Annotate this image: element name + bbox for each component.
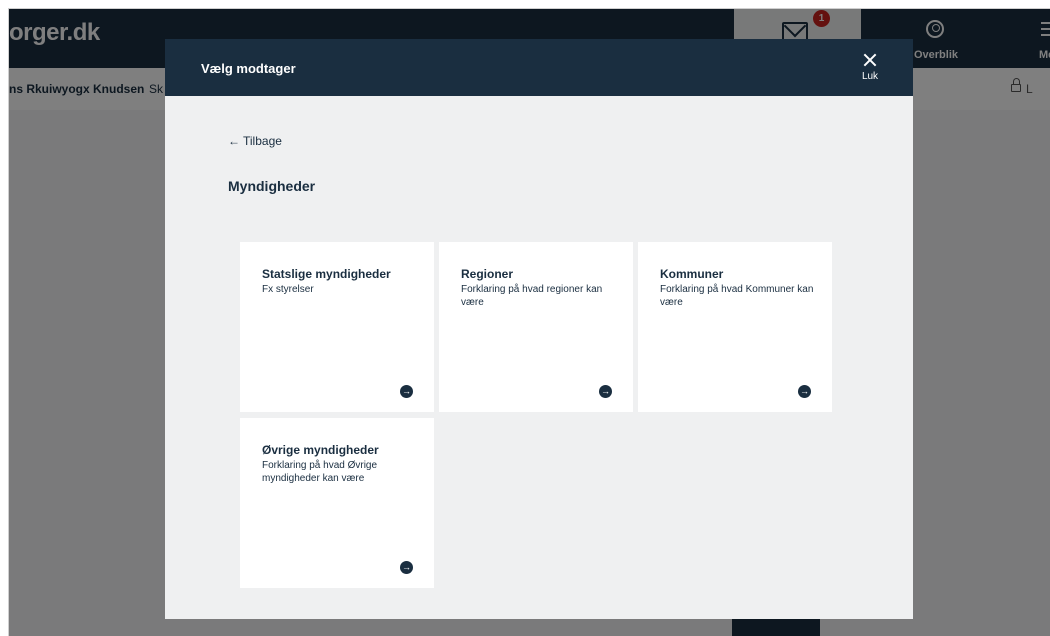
card-regioner[interactable]: Regioner Forklaring på hvad regioner kan…: [439, 242, 633, 412]
card-description: Forklaring på hvad Øvrige myndigheder ka…: [262, 460, 378, 484]
close-button[interactable]: Luk: [853, 51, 887, 85]
close-label: Luk: [861, 71, 879, 82]
close-icon: [863, 53, 877, 67]
card-title: Øvrige myndigheder: [262, 443, 379, 457]
card-title: Regioner: [461, 267, 514, 281]
section-title: Myndigheder: [228, 178, 316, 194]
select-recipient-dialog: Vælg modtager Luk ← Tilbage Myndigheder S…: [165, 39, 913, 619]
screenshot-frame: orger.dk 1 Overblik Me ns Rkuiwyogx Knud…: [8, 8, 1050, 636]
arrow-left-icon: ←: [228, 134, 240, 148]
card-title: Statslige myndigheder: [262, 267, 391, 281]
card-oevrige-myndigheder[interactable]: Øvrige myndigheder Forklaring på hvad Øv…: [240, 418, 434, 588]
arrow-right-circle-icon: →: [400, 385, 413, 398]
arrow-right-circle-icon: →: [798, 385, 811, 398]
card-description: Forklaring på hvad Kommuner kan være: [660, 284, 814, 308]
arrow-right-circle-icon: →: [400, 561, 413, 574]
back-link[interactable]: ← Tilbage: [228, 134, 282, 148]
dialog-title: Vælg modtager: [201, 61, 296, 76]
back-label: Tilbage: [243, 134, 282, 148]
card-description: Forklaring på hvad regioner kan være: [461, 284, 603, 308]
card-description: Fx styrelser: [262, 284, 314, 295]
card-statslige-myndigheder[interactable]: Statslige myndigheder Fx styrelser →: [240, 242, 434, 412]
arrow-right-circle-icon: →: [599, 385, 612, 398]
card-kommuner[interactable]: Kommuner Forklaring på hvad Kommuner kan…: [638, 242, 832, 412]
card-title: Kommuner: [660, 267, 724, 281]
dialog-header: Vælg modtager Luk: [165, 39, 913, 96]
